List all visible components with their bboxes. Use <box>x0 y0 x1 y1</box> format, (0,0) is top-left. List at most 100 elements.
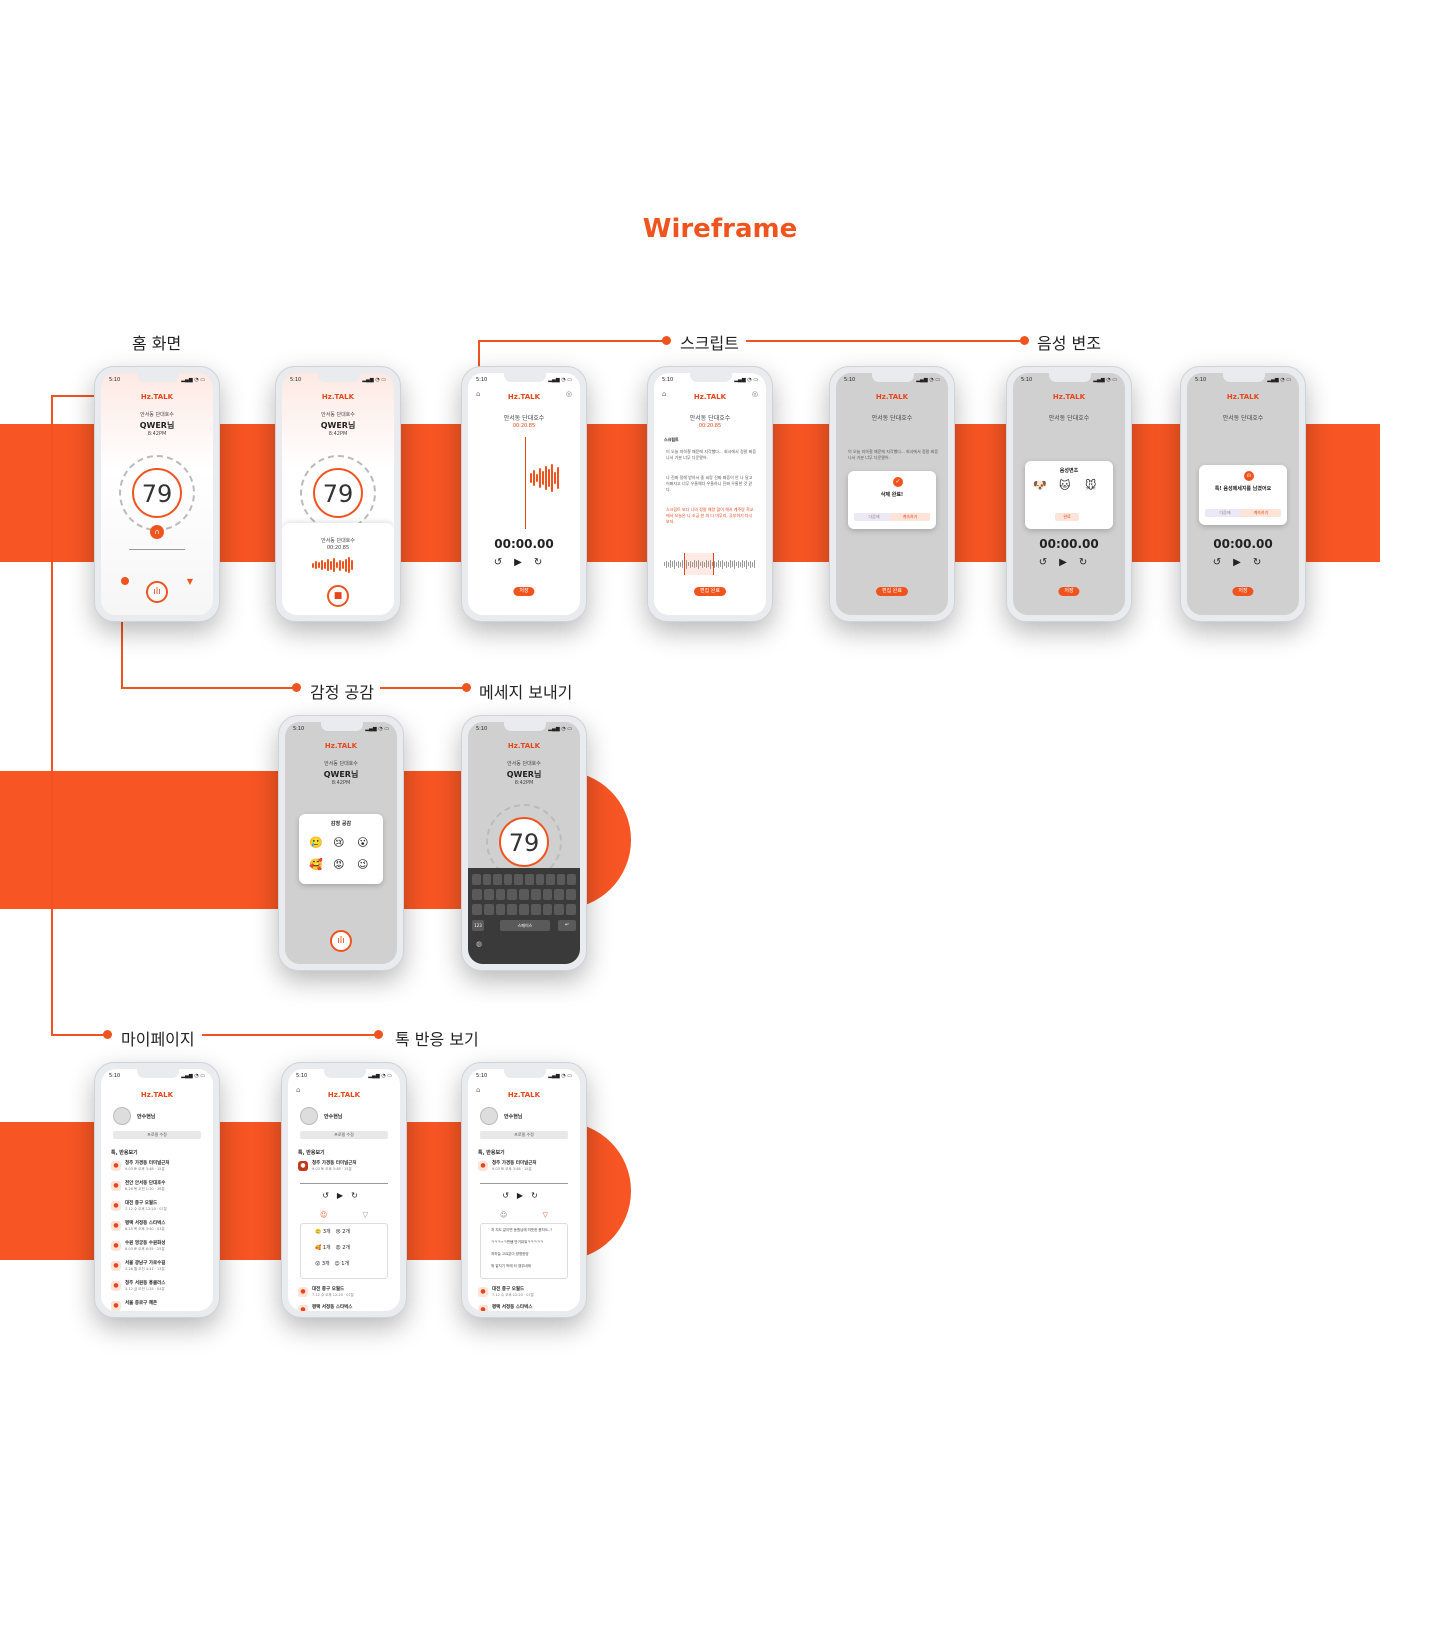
continue-button[interactable]: 계속하기 <box>890 513 930 521</box>
emoji-option[interactable]: 😢 <box>333 836 344 849</box>
app-title: Hz.TALK <box>140 393 174 401</box>
list-item[interactable]: ● 서울 광남구 가로수길 3.28 월 오전 4:41 · 13분 <box>111 1259 205 1277</box>
emoji-option[interactable]: 😮 <box>357 836 368 849</box>
progress-bar[interactable] <box>300 1183 388 1184</box>
keyboard[interactable]: 123 스페이스 ↵ ◍ <box>468 868 580 964</box>
user-time: 8:42PM <box>331 780 351 786</box>
list-sub: 7.12 수 오후 12:20 · 07분 <box>312 1293 354 1297</box>
globe-icon[interactable]: ◍ <box>476 940 482 948</box>
playback-controls[interactable]: ↺▶↻ <box>1013 557 1125 568</box>
cat-icon[interactable]: 🐱 <box>1059 479 1070 492</box>
list-item[interactable]: ● 대전 중구 오월드 7.12 수 오후 12:20 · 07분 <box>298 1285 392 1303</box>
label-reaction: 톡 반응 보기 <box>395 1030 479 1049</box>
volume-slider[interactable] <box>129 549 185 550</box>
emotion-icon[interactable] <box>121 577 129 585</box>
stop-button[interactable]: ■ <box>327 585 349 607</box>
list-item[interactable]: ● 대전 중구 오월드 7.12 수 오후 12:20 · 07분 <box>111 1199 205 1217</box>
profile-edit-button[interactable]: 프로필 수정 <box>300 1131 388 1139</box>
list-item[interactable]: ● 평택 서정동 스타벅스 <box>298 1303 392 1311</box>
mic-icon: ● <box>298 1287 308 1297</box>
mic-icon: ● <box>111 1241 121 1251</box>
later-button[interactable]: 다음에 <box>1205 509 1245 517</box>
filter-tab-icon[interactable]: ▽ <box>543 1211 548 1219</box>
playback-controls[interactable]: ↺▶↻ <box>1187 557 1299 568</box>
notch <box>1223 373 1265 382</box>
save-button[interactable]: 저장 <box>513 587 535 596</box>
user-name: QWER님 <box>323 770 359 779</box>
later-button[interactable]: 다음에 <box>854 513 894 521</box>
list-sub: 9.03 토 오후 3:48 · 15분 <box>312 1167 352 1171</box>
phone-home: 5:10 ▂▄▆ ◔ ▭ Hz.TALK 안서동 단대호수 QWER님 8:42… <box>94 366 220 622</box>
list-title: 천안 안서동 단대호수 <box>125 1181 166 1186</box>
app-title: Hz.TALK <box>875 393 909 401</box>
dog-icon[interactable]: 🐶 <box>1033 479 1047 492</box>
emoji-option[interactable]: 🥰 <box>309 858 323 871</box>
emoji-tab-icon[interactable]: ☺ <box>320 1211 327 1219</box>
continue-button[interactable]: 계속하기 <box>1241 509 1281 517</box>
profile-icon[interactable]: ◎ <box>752 390 758 398</box>
keyboard-row[interactable] <box>472 874 576 885</box>
record-button[interactable]: ılı <box>146 581 168 603</box>
list-item[interactable]: ● 청주 가경동 터미널근처 9.03 토 오후 3:48 · 15분 <box>478 1159 572 1177</box>
list-item[interactable]: ● 평택 서정동 스타벅스 <box>478 1303 572 1311</box>
avatar <box>480 1107 498 1125</box>
phone-empathy: 5:10 ▂▄▆ ◔ ▭ Hz.TALK 안서동 단대호수 QWER님 8:42… <box>278 715 404 971</box>
list-item[interactable]: ● 청주 서원동 흥클러스 3.12 금 오전 1:25 · 04분 <box>111 1279 205 1297</box>
done-button[interactable]: 완료 <box>1055 513 1079 521</box>
script-line: 나 진짜 정해 받아서 중 씨랑 진짜 짜증이 안 나 달고 어쩌자고 너무 우… <box>666 475 753 492</box>
profile-edit-button[interactable]: 프로필 수정 <box>113 1131 201 1139</box>
playback-controls[interactable]: ↺▶↻ <box>468 557 580 568</box>
phone-voice-modulation: 5:10 ▂▄▆ ◔ ▭ Hz.TALK 안서동 단대호수 음성변조 🐶 🐱 🐭… <box>1006 366 1132 622</box>
filter-tab-icon[interactable]: ▽ <box>363 1211 368 1219</box>
screen: 5:10 ▂▄▆ ◔ ▭ ⌂ Hz.TALK ◎ 안서동 단대호수 00:20.… <box>654 373 766 615</box>
app-title: Hz.TALK <box>140 1091 174 1099</box>
connector-dot <box>374 1030 383 1039</box>
keyboard-row[interactable] <box>472 904 577 915</box>
save-button[interactable]: 저장 <box>1232 587 1254 596</box>
keyboard-row[interactable] <box>472 889 577 900</box>
list-title: 평택 서정동 스타벅스 <box>492 1305 533 1310</box>
progress-bar[interactable] <box>480 1183 568 1184</box>
mouse-icon[interactable]: 🐭 <box>1085 479 1096 492</box>
connector-dot <box>462 683 471 692</box>
filter-icon[interactable]: ▼ <box>187 577 193 586</box>
edit-done-button[interactable]: 편집 완료 <box>694 587 726 596</box>
profile-edit-button[interactable]: 프로필 수정 <box>480 1131 568 1139</box>
list-item[interactable]: ● 청주 가경동 터미널근처 9.03 토 오후 3:48 · 15분 <box>298 1159 392 1177</box>
message-modal: ılı 톡! 음성메세지를 남겼어요 다음에 계속하기 <box>1199 465 1287 525</box>
record-button[interactable]: ılı <box>330 930 352 952</box>
list-item[interactable]: ● 수원 영궁동 수원화성 6.03 토 오후 6:55 · 25분 <box>111 1239 205 1257</box>
label-voice: 음성 변조 <box>1037 334 1101 353</box>
emoji-option[interactable]: 😡 <box>333 858 344 871</box>
list-item[interactable]: ● 평택 서정동 스타벅스 6.15 목 오후 3:40 · 03분 <box>111 1219 205 1237</box>
list-sub: 3.12 금 오전 1:25 · 04분 <box>125 1287 165 1291</box>
location-label: 안서동 단대호수 <box>871 415 913 422</box>
emoji-tab-icon[interactable]: ☺ <box>500 1211 507 1219</box>
app-title: Hz.TALK <box>1052 393 1086 401</box>
headphone-button[interactable]: ∩ <box>150 525 164 539</box>
phone-reaction-emoji: 5:10 ▂▄▆ ◔ ▭ ⌂ Hz.TALK 안수현님 프로필 수정 톡, 반응… <box>281 1062 407 1318</box>
screen: 5:10 ▂▄▆ ◔ ▭ Hz.TALK 안서동 단대호수 QWER님 8:42… <box>101 373 213 615</box>
list-item[interactable]: ● 서울 종로구 혜존 <box>111 1299 205 1311</box>
emoji-option[interactable]: 😉 <box>357 858 368 871</box>
selection-range[interactable] <box>684 553 714 575</box>
playback-controls[interactable]: ↺▶↻ <box>468 1191 580 1200</box>
edit-done-button[interactable]: 편집 완료 <box>876 587 908 596</box>
save-button[interactable]: 저장 <box>1058 587 1080 596</box>
notch <box>504 1069 546 1078</box>
profile-icon[interactable]: ◎ <box>566 390 572 398</box>
avatar <box>300 1107 318 1125</box>
return-key[interactable]: ↵ <box>558 920 576 931</box>
list-item[interactable]: ● 대전 중구 오월드 7.12 수 오후 12:20 · 07분 <box>478 1285 572 1303</box>
phone-script: 5:10 ▂▄▆ ◔ ▭ ⌂ Hz.TALK ◎ 안서동 단대호수 00:20.… <box>647 366 773 622</box>
list-item[interactable]: ● 천안 안서동 단대호수 8.26 목 오전 1:20 · 36분 <box>111 1179 205 1197</box>
emoji-option[interactable]: 🥲 <box>309 836 323 849</box>
phone-mypage: 5:10 ▂▄▆ ◔ ▭ Hz.TALK 안수현님 프로필 수정 톡, 반응보기… <box>94 1062 220 1318</box>
comment: ㅋㅋㅋ+ㅋ판쌤 만거워워ㅋㅋㅋㅋㅋ <box>491 1240 544 1244</box>
space-key[interactable]: 스페이스 <box>500 920 550 931</box>
phone-message-saved: 5:10 ▂▄▆ ◔ ▭ Hz.TALK 안서동 단대호수 ılı 톡! 음성메… <box>1180 366 1306 622</box>
num-key[interactable]: 123 <box>472 920 484 931</box>
app-title: Hz.TALK <box>327 1091 361 1099</box>
list-item[interactable]: ● 청주 가경동 터미널근처 9.03 토 오후 3:48 · 15분 <box>111 1159 205 1177</box>
playback-controls[interactable]: ↺▶↻ <box>288 1191 400 1200</box>
